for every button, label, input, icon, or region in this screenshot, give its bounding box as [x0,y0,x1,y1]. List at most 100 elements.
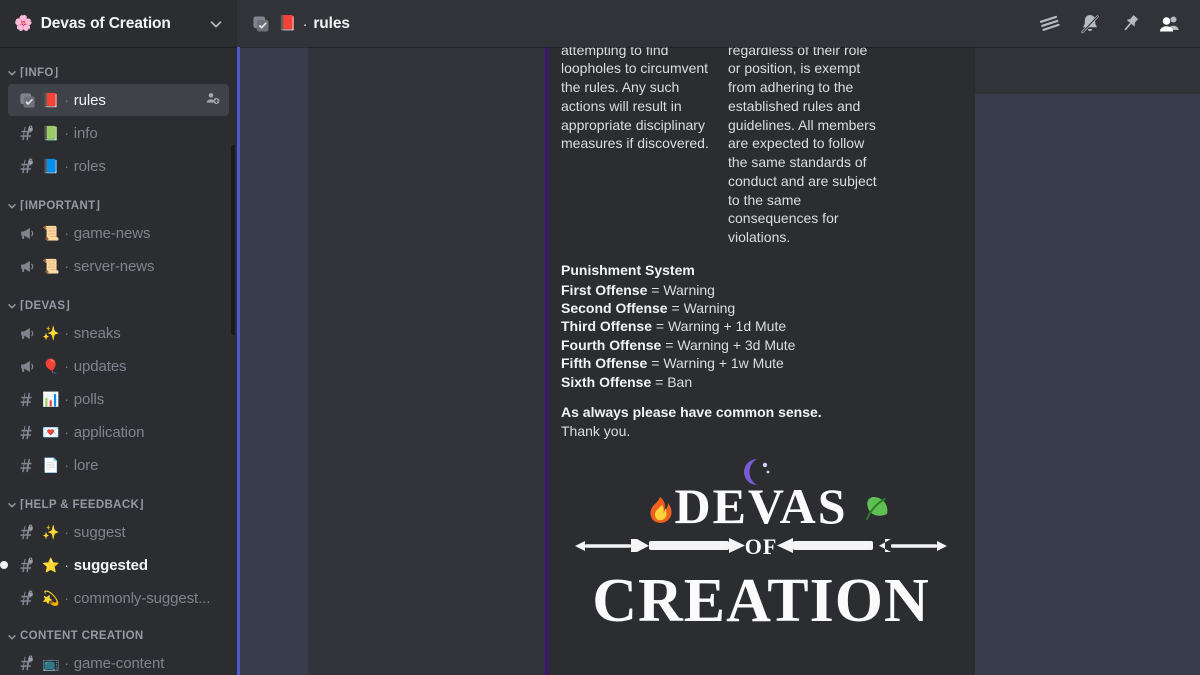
sidebar-channel-game-content[interactable]: 📺 · game-content [8,647,229,675]
announcement-icon [16,224,38,243]
punishment-penalty: Warning + 1w Mute [663,355,784,372]
channel-name: info [73,124,98,142]
sidebar-channel-application[interactable]: 💌 · application [8,416,229,448]
punishment-penalty: Warning [663,281,715,298]
sidebar-channel-game-news[interactable]: 📜 · game-news [8,217,229,249]
channel-emoji-icon: 📕 [278,15,297,32]
channel-separator: · [64,258,69,274]
sidebar-channel-rules[interactable]: 📕 · rules [8,84,229,116]
channel-emoji-icon: 📘 [42,158,60,174]
punishment-penalty: Ban [667,373,693,390]
add-member-icon[interactable] [205,90,221,111]
category-caret-icon[interactable] [6,630,18,642]
category-caret-icon[interactable] [6,199,18,211]
channel-list[interactable]: ⌈INFO⌋ 📕 · rules 📗 · info 📘 · roles ⌈IMPORTANT⌋ 📜 · g… [0,47,237,675]
channel-sidebar: 🌸 Devas of Creation ⌈INFO⌋ 📕 · rules 📗 · info 📘… [0,0,237,675]
embed-field-value: Please refrain from attempting to find l… [561,47,709,152]
channel-name: polls [73,390,105,408]
channel-name: rules [73,91,106,109]
topbar-actions [1038,12,1190,36]
channel-emoji-icon: 📄 [42,457,60,473]
channel-separator: · [64,655,69,671]
sidebar-channel-lore[interactable]: 📄 · lore [8,449,229,481]
sidebar-channel-server-news[interactable]: 📜 · server-news [8,250,229,282]
sidebar-channel-roles[interactable]: 📘 · roles [8,150,229,182]
punishment-equals: = [651,373,668,390]
rules-channel-icon [251,14,271,34]
category-header[interactable]: ⌈HELP & FEEDBACK⌋ [0,482,237,515]
chevron-down-icon [8,304,16,309]
punishment-row: Third Offense = Warning + 1d Mute [561,317,961,335]
punishment-penalty: Warning + 3d Mute [677,336,796,353]
threads-icon[interactable] [1038,12,1062,36]
channel-separator: · [64,158,69,174]
category-header[interactable]: ⌈IMPORTANT⌋ [0,183,237,216]
punishment-row: First Offense = Warning [561,281,961,299]
channel-separator: · [64,457,69,473]
punishment-equals: = [652,318,668,335]
category-header[interactable]: ⌈INFO⌋ [0,50,237,83]
closing-note: As always please have common sense. Than… [561,403,961,441]
punishment-row: Second Offense = Warning [561,299,961,317]
punishment-equals: = [647,355,664,372]
channel-separator: · [64,524,69,540]
leaf-icon [866,497,888,521]
category-header[interactable]: ⌈DEVAS⌋ [0,283,237,316]
sidebar-accent-bar [237,47,240,675]
bell-muted-icon[interactable] [1078,12,1102,36]
channel-name: commonly-suggest... [73,589,211,607]
channel-name: sneaks [73,324,121,342]
channel-separator: · [64,358,69,374]
channel-emoji-icon: 📜 [42,225,60,241]
channel-title: rules [313,14,350,32]
sidebar-channel-info[interactable]: 📗 · info [8,117,229,149]
channel-separator: · [64,125,69,141]
channel-name: suggest [73,523,126,541]
sidebar-channel-suggested[interactable]: ⭐ · suggested [0,549,229,581]
channel-name: server-news [73,257,155,275]
members-icon[interactable] [1158,12,1182,36]
punishment-penalty: Warning [683,300,736,316]
punishment-offense: Sixth Offense [561,373,652,390]
channel-emoji-icon: 📜 [42,258,60,274]
category-header[interactable]: CONTENT CREATION [0,615,237,646]
sidebar-channel-updates[interactable]: 🎈 · updates [8,350,229,382]
sidebar-scrollbar[interactable] [231,145,235,335]
sidebar-channel-sneaks[interactable]: ✨ · sneaks [8,317,229,349]
pin-icon[interactable] [1118,12,1142,36]
sidebar-channel-suggest[interactable]: ✨ · suggest [8,516,229,548]
category-label: ⌈IMPORTANT⌋ [20,200,101,212]
hash-icon [16,423,38,442]
punishment-equals: = [661,336,678,353]
channel-name: updates [73,357,127,375]
channel-topbar: 📕 · rules [237,0,1200,47]
channel-separator: · [302,15,308,32]
category-caret-icon[interactable] [6,299,18,311]
category-caret-icon[interactable] [6,66,18,78]
embed-field-value: No individual or group, regardless of th… [728,47,877,246]
category-caret-icon[interactable] [6,498,18,510]
channel-separator: · [64,391,69,407]
sidebar-channel-polls[interactable]: 📊 · polls [8,383,229,415]
channel-separator: · [64,325,69,341]
channel-emoji-icon: 💌 [42,424,60,440]
channel-emoji-icon: 📊 [42,391,60,407]
punishment-offense: Fourth Offense [561,336,662,353]
logo-mid-word: OF [745,534,778,559]
embed-logo-image: DEVAS OF CREATION [561,451,961,666]
channel-emoji-icon: 📕 [42,92,60,108]
chevron-down-icon[interactable] [207,15,225,33]
channel-emoji-icon: ✨ [42,524,60,540]
embed-layer: Refrain from loopholes Please refrain fr… [237,47,1200,675]
punishment-penalty: Warning + 1d Mute [667,318,787,335]
punishment-offense: Second Offense [561,300,668,316]
embed-fields: Refrain from loopholes Please refrain fr… [561,47,961,247]
channel-name: suggested [73,556,148,574]
server-header[interactable]: 🌸 Devas of Creation [0,0,237,47]
sidebar-channel-commonly-suggest[interactable]: 💫 · commonly-suggest... [8,582,229,614]
punishment-title: Punishment System [561,261,695,278]
channel-emoji-icon: ✨ [42,325,60,341]
chevron-down-icon [8,71,16,76]
message-area[interactable]: Refrain from loopholes Please refrain fr… [237,47,1200,675]
channel-separator: · [64,557,69,573]
